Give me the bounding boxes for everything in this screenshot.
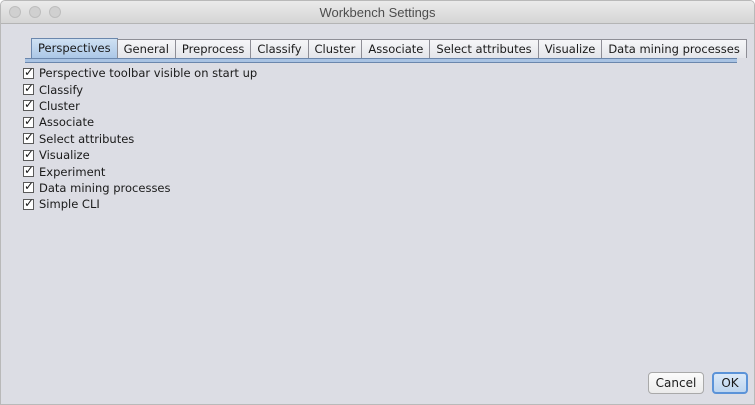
option-label: Select attributes [39, 131, 135, 146]
checkbox[interactable]: ✓ [23, 113, 35, 128]
checkmark-icon: ✓ [24, 81, 35, 96]
checkbox[interactable]: ✓ [23, 81, 35, 96]
settings-window: Workbench Settings Perspectives General … [0, 0, 755, 405]
option-classify[interactable]: ✓ Classify [23, 81, 257, 97]
checkbox[interactable]: ✓ [23, 97, 35, 112]
cancel-button[interactable]: Cancel [648, 372, 704, 394]
option-label: Classify [39, 82, 84, 97]
option-associate[interactable]: ✓ Associate [23, 114, 257, 130]
tab-general[interactable]: General [116, 39, 176, 58]
option-label: Visualize [39, 148, 90, 163]
checkmark-icon: ✓ [24, 113, 35, 128]
checkmark-icon: ✓ [24, 163, 35, 178]
option-visualize[interactable]: ✓ Visualize [23, 147, 257, 163]
checkmark-icon: ✓ [24, 195, 35, 210]
checkbox[interactable]: ✓ [23, 64, 35, 79]
option-data-mining-processes[interactable]: ✓ Data mining processes [23, 179, 257, 196]
option-label: Associate [39, 115, 95, 130]
tab-data-mining-processes[interactable]: Data mining processes [601, 39, 747, 58]
checkmark-icon: ✓ [24, 97, 35, 112]
checkbox[interactable]: ✓ [23, 130, 35, 145]
option-experiment[interactable]: ✓ Experiment [23, 163, 257, 179]
tab-content-separator [25, 58, 737, 63]
tab-bar: Perspectives General Preprocess Classify… [31, 38, 747, 59]
ok-button[interactable]: OK [712, 372, 748, 394]
tab-cluster[interactable]: Cluster [307, 39, 363, 58]
tab-associate[interactable]: Associate [361, 39, 431, 58]
tab-classify[interactable]: Classify [250, 39, 309, 58]
window-title: Workbench Settings [319, 5, 436, 20]
option-cluster[interactable]: ✓ Cluster [23, 97, 257, 114]
checkmark-icon: ✓ [24, 130, 35, 145]
option-label: Simple CLI [39, 197, 100, 212]
checkbox[interactable]: ✓ [23, 179, 35, 194]
option-label: Perspective toolbar visible on start up [39, 66, 258, 81]
checkbox[interactable]: ✓ [23, 146, 35, 161]
option-simple-cli[interactable]: ✓ Simple CLI [23, 196, 257, 212]
checkbox[interactable]: ✓ [23, 195, 35, 210]
tab-select-attributes[interactable]: Select attributes [429, 39, 539, 58]
option-label: Experiment [39, 164, 106, 179]
tab-visualize[interactable]: Visualize [537, 39, 603, 58]
checkbox[interactable]: ✓ [23, 163, 35, 178]
checkmark-icon: ✓ [24, 64, 35, 79]
option-label: Data mining processes [39, 180, 171, 195]
title-bar: Workbench Settings [1, 1, 754, 24]
option-perspective-toolbar[interactable]: ✓ Perspective toolbar visible on start u… [23, 65, 257, 81]
tab-perspectives[interactable]: Perspectives [31, 38, 118, 59]
option-label: Cluster [39, 98, 80, 113]
checkmark-icon: ✓ [24, 179, 35, 194]
checkmark-icon: ✓ [24, 146, 35, 161]
tab-preprocess[interactable]: Preprocess [174, 39, 252, 58]
perspectives-options: ✓ Perspective toolbar visible on start u… [23, 65, 257, 213]
option-select-attributes[interactable]: ✓ Select attributes [23, 130, 257, 147]
